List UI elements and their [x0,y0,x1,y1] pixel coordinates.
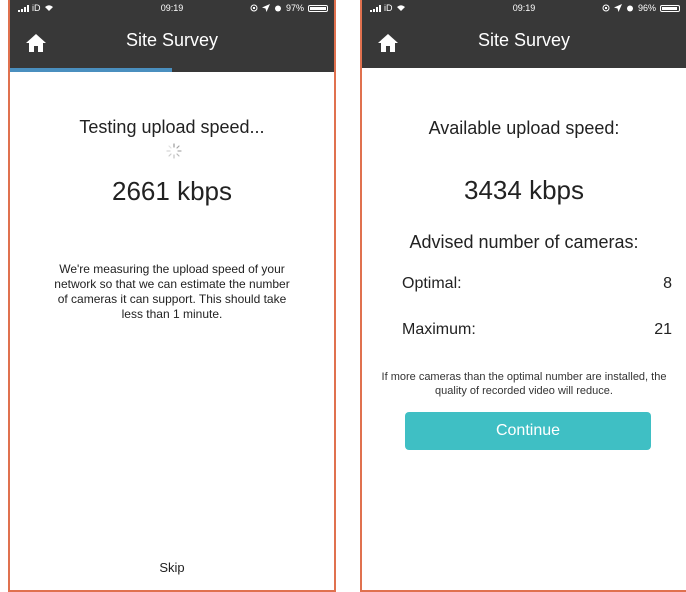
alarm-icon [274,5,281,12]
phone-screen-testing: iD 09:19 97% Site Survey Testing upload … [8,0,336,592]
cameras-note: If more cameras than the optimal number … [381,371,667,397]
spinner-icon [166,143,182,159]
lock-rotation-icon [250,4,258,12]
continue-button[interactable]: Continue [405,412,651,450]
maximum-row: Maximum: 21 [402,321,672,339]
results-content: Available upload speed: 3434 kbps Advise… [362,68,686,590]
location-icon [261,4,270,12]
page-title: Site Survey [125,30,219,50]
results-heading: Available upload speed: [428,118,620,138]
battery-level-fill [662,6,678,10]
nav-bar: Site Survey [10,16,334,68]
lock-rotation-icon [602,4,610,12]
page-title: Site Survey [477,30,571,50]
battery-percent: 97% [285,3,304,13]
location-icon [613,4,622,12]
optimal-row: Optimal: 8 [402,275,672,293]
advised-cameras-heading: Advised number of cameras: [409,232,639,252]
phone-screen-results: iD 09:19 96% Site Survey Available uploa… [360,0,686,592]
upload-speed-value: 3434 kbps [464,175,584,205]
upload-speed-value: 2661 kbps [112,176,232,206]
testing-heading: Testing upload speed... [79,117,265,137]
maximum-label: Maximum: [402,321,476,338]
nav-bar: Site Survey [362,16,686,68]
testing-description: We're measuring the upload speed of your… [54,262,290,321]
skip-button[interactable]: Skip [10,560,334,575]
alarm-icon [626,5,633,12]
battery-icon [660,4,680,12]
optimal-label: Optimal: [402,275,462,292]
battery-icon [308,4,328,12]
status-bar: iD 09:19 97% [10,0,334,16]
battery-percent: 96% [637,3,656,13]
battery-level-fill [310,6,326,10]
testing-content: Testing upload speed... 2661 kbps We're … [10,72,334,590]
optimal-value: 8 [663,275,672,292]
status-bar: iD 09:19 96% [362,0,686,16]
maximum-value: 21 [654,321,672,338]
